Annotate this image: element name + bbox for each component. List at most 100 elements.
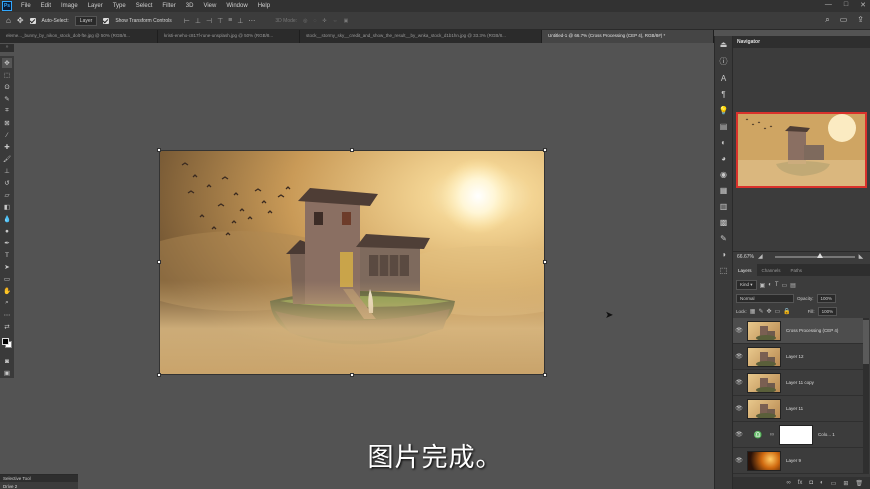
tab-paths[interactable]: Paths [786, 264, 808, 276]
learn-panel-icon[interactable]: 💡 [718, 106, 730, 115]
eyedropper-tool-icon[interactable]: ⁄ [2, 130, 12, 140]
gradients-panel-icon[interactable]: ▥ [718, 202, 730, 211]
menu-help[interactable]: Help [253, 3, 275, 9]
3d-pan-icon[interactable]: ✜ [322, 18, 326, 24]
fill-input[interactable]: 100% [817, 306, 838, 316]
transform-handle-tc[interactable] [350, 148, 354, 152]
align-top-icon[interactable]: ⊤ [217, 17, 223, 25]
visibility-eye-icon[interactable]: 👁 [733, 353, 745, 360]
menu-image[interactable]: Image [56, 3, 83, 9]
layer-row[interactable]: 👁 Layer 9 [733, 448, 863, 474]
3d-slide-icon[interactable]: ⇔ [333, 18, 338, 24]
tab-layers[interactable]: Layers [733, 264, 757, 276]
menu-3d[interactable]: 3D [181, 3, 199, 9]
brush-tool-icon[interactable]: 🖌 [2, 154, 12, 164]
frame-tool-icon[interactable]: ⊠ [2, 118, 12, 128]
search-icon[interactable]: ⌕ [825, 15, 829, 25]
libraries-panel-icon[interactable]: ▤ [718, 122, 730, 131]
path-select-tool-icon[interactable]: ➤ [2, 262, 12, 272]
chain-link-icon[interactable]: ∞ [767, 432, 777, 438]
doc-tab-active[interactable]: Untitled-1 @ 66.7% (Cross Processing (CE… [542, 30, 714, 43]
toolbar-grip[interactable]: » [0, 44, 14, 52]
mini-panel-title[interactable]: Selective Tool [3, 476, 31, 481]
doc-tab-1[interactable]: eleme..._bunny_by_nikon_stock_dolt-fte.j… [0, 30, 158, 43]
layers-scrollbar[interactable] [863, 318, 869, 474]
mini-panel-item[interactable]: Drive 2 [0, 482, 78, 489]
layer-filter-dropdown[interactable]: Kind ▾ [736, 280, 757, 290]
adjustment-filter-icon[interactable]: ◐ [768, 282, 772, 288]
more-tools-icon[interactable]: ⋯ [2, 310, 12, 320]
color-panel-icon[interactable]: ◉ [718, 170, 730, 179]
crop-tool-icon[interactable]: ⌗ [2, 106, 12, 116]
navigator-title[interactable]: Navigator [737, 39, 760, 45]
doc-tab-2[interactable]: kristi-eneho-c817f-rune-unsplash.jpg @ 5… [158, 30, 300, 43]
transform-handle-tl[interactable] [157, 148, 161, 152]
align-bottom-icon[interactable]: ⊥ [237, 17, 243, 25]
align-left-icon[interactable]: ⊢ [184, 17, 190, 25]
transform-handle-mr[interactable] [543, 260, 547, 264]
dodge-tool-icon[interactable]: ● [2, 226, 12, 236]
lock-pixels-icon[interactable]: ▦ [750, 308, 756, 315]
transform-handle-ml[interactable] [157, 260, 161, 264]
type-tool-icon[interactable]: T [2, 250, 12, 260]
info-panel-icon[interactable]: ⓘ [718, 56, 730, 67]
transform-handle-bl[interactable] [157, 373, 161, 377]
visibility-eye-icon[interactable]: 👁 [733, 405, 745, 412]
menu-layer[interactable]: Layer [83, 3, 108, 9]
menu-file[interactable]: File [16, 3, 36, 9]
layer-mask-thumbnail[interactable] [779, 424, 813, 445]
lock-position-icon[interactable]: ✥ [766, 308, 771, 315]
align-middle-icon[interactable]: ≡ [228, 17, 232, 25]
shape-filter-icon[interactable]: ▭ [782, 282, 788, 289]
smart-object-filter-icon[interactable]: ▤ [790, 282, 796, 289]
move-tool-icon[interactable]: ✥ [2, 58, 12, 68]
lasso-tool-icon[interactable]: ʘ [2, 82, 12, 92]
fx-icon[interactable]: fx [798, 480, 803, 486]
link-layers-icon[interactable]: ∞ [786, 480, 790, 486]
eraser-tool-icon[interactable]: ▱ [2, 190, 12, 200]
new-layer-icon[interactable]: ⊞ [843, 480, 848, 487]
visibility-eye-icon[interactable]: 👁 [733, 457, 745, 464]
brushes-panel-icon[interactable]: ✎ [718, 234, 730, 243]
menu-type[interactable]: Type [108, 3, 131, 9]
transform-controls-checkbox[interactable] [103, 17, 110, 24]
workspace-icon[interactable]: ▭ [840, 15, 848, 25]
menu-edit[interactable]: Edit [36, 3, 56, 9]
quick-mask-icon[interactable]: ◙ [2, 356, 12, 366]
navigator-panel-icon[interactable]: ⬚ [718, 266, 730, 275]
auto-select-checkbox[interactable] [29, 17, 36, 24]
blend-mode-dropdown[interactable]: Normal [736, 293, 794, 303]
patterns-panel-icon[interactable]: ▩ [718, 218, 730, 227]
lock-artboard-icon[interactable]: ▭ [775, 308, 781, 315]
align-center-icon[interactable]: ⊥ [195, 17, 201, 25]
lock-all-icon[interactable]: 🔒 [783, 308, 790, 315]
add-mask-icon[interactable]: ◘ [809, 480, 813, 486]
type-filter-icon[interactable]: T [775, 282, 779, 288]
character-panel-icon[interactable]: A [718, 74, 730, 83]
auto-select-dropdown[interactable]: Layer [74, 15, 98, 26]
gradient-tool-icon[interactable]: ◧ [2, 202, 12, 212]
styles-panel-icon[interactable]: ◕ [718, 154, 730, 163]
menu-select[interactable]: Select [131, 3, 158, 9]
move-tool-icon[interactable]: ✥ [17, 16, 24, 25]
menu-filter[interactable]: Filter [157, 3, 180, 9]
navigator-zoom-value[interactable]: 66.67% [737, 254, 754, 260]
layer-row[interactable]: 👁 Cross Processing (CEP 4) [733, 318, 863, 344]
layer-row[interactable]: 👁 ♎ ∞ Colo... 1 [733, 422, 863, 448]
screen-mode-icon[interactable]: ▣ [2, 368, 12, 378]
menu-view[interactable]: View [198, 3, 221, 9]
align-right-icon[interactable]: ⊣ [206, 17, 212, 25]
minimize-icon[interactable]: — [825, 1, 832, 9]
new-group-icon[interactable]: ▭ [831, 480, 837, 487]
delete-layer-icon[interactable]: 🗑 [855, 480, 863, 487]
pixel-filter-icon[interactable]: ▣ [760, 282, 766, 289]
zoom-in-icon[interactable]: ◣ [859, 253, 864, 260]
zoom-out-icon[interactable]: ◢ [758, 253, 763, 260]
maximize-icon[interactable]: □ [844, 1, 848, 9]
3d-roll-icon[interactable]: ◌ [313, 18, 316, 24]
clone-stamp-tool-icon[interactable]: ⊥ [2, 166, 12, 176]
adjustments-panel-icon[interactable]: ◐ [718, 138, 730, 147]
transform-handle-tr[interactable] [543, 148, 547, 152]
new-adjustment-icon[interactable]: ◐ [820, 480, 824, 486]
swap-colors-icon[interactable]: ⇄ [2, 322, 12, 332]
